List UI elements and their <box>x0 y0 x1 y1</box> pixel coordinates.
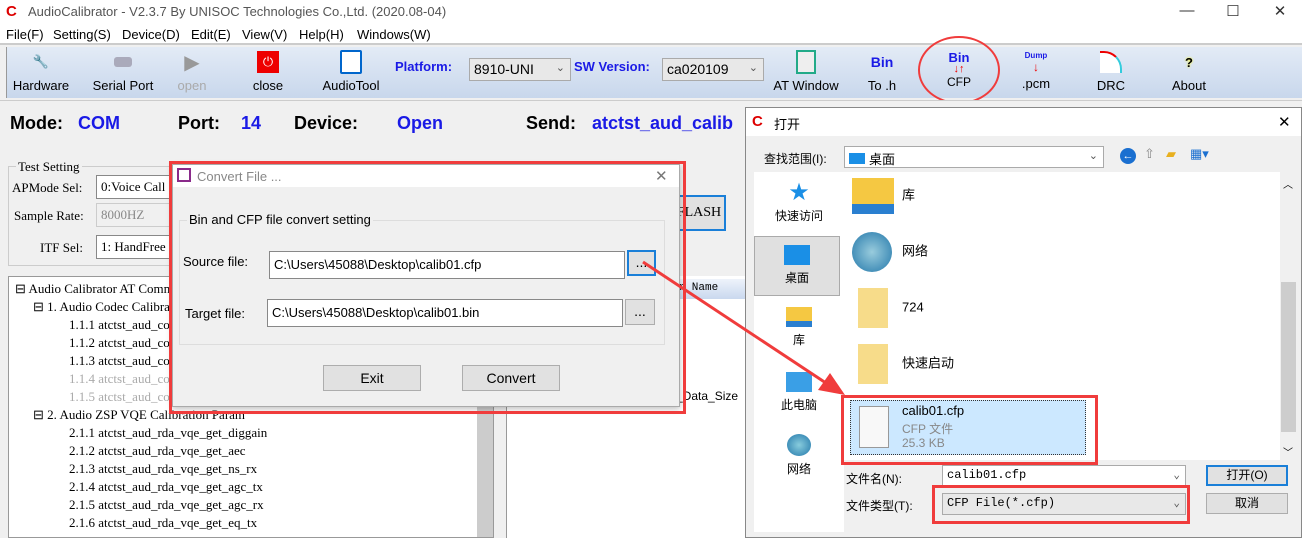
annotation-arrow <box>642 260 845 395</box>
